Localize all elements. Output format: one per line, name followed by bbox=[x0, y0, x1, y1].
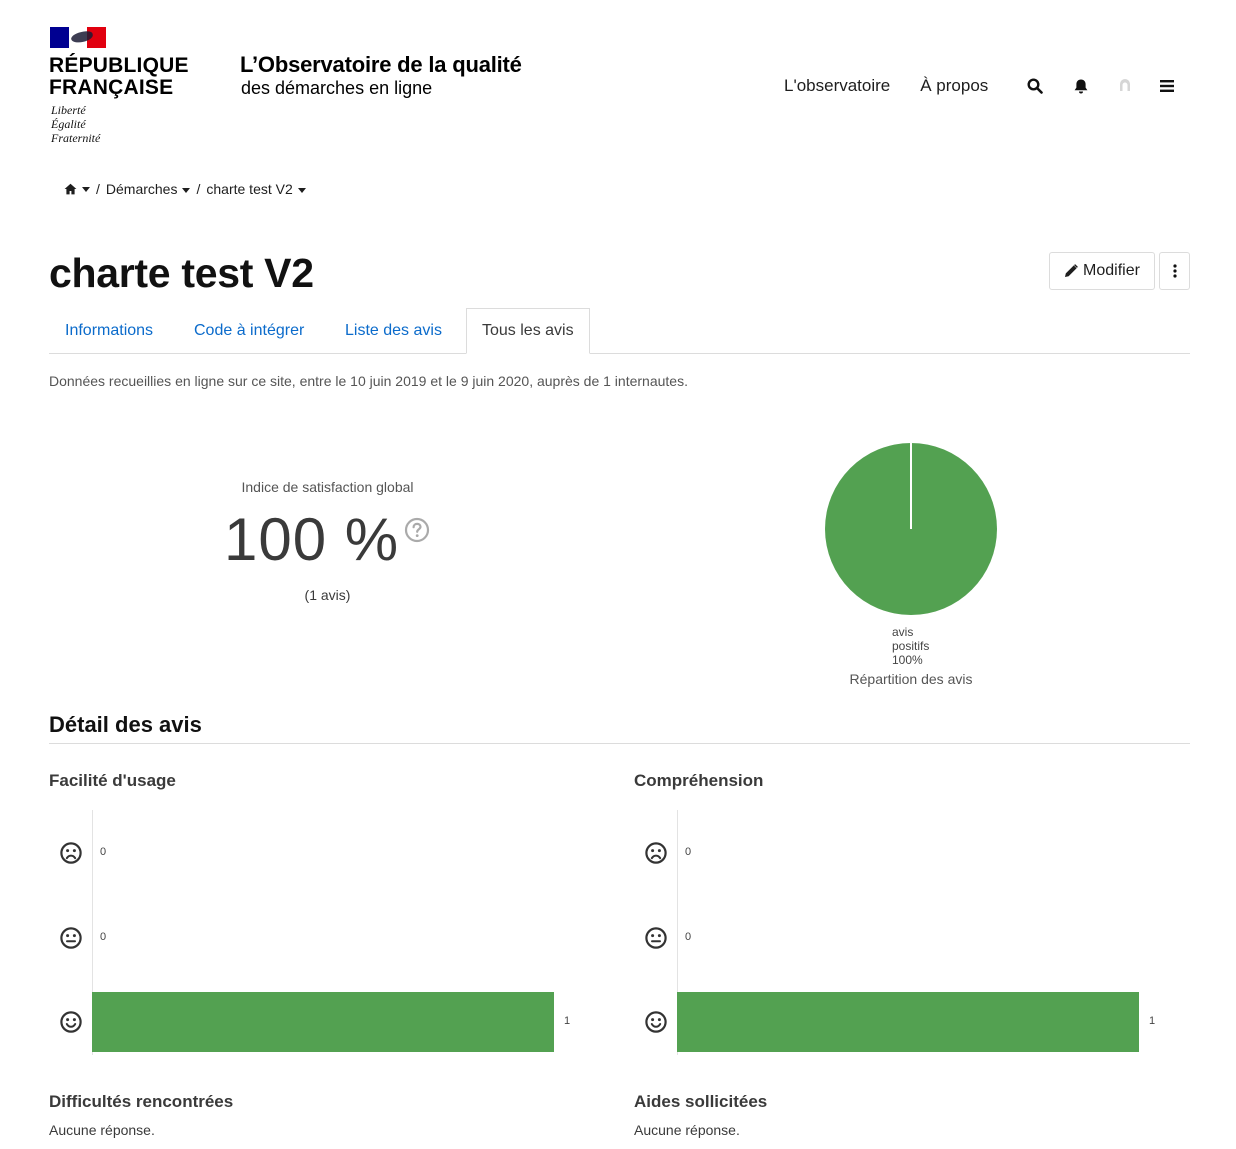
chart-title-facilite: Facilité d'usage bbox=[49, 771, 176, 790]
bar-value-label: 0 bbox=[685, 846, 692, 858]
modify-label: Modifier bbox=[1083, 262, 1140, 279]
pie-label-line-1: avis bbox=[892, 625, 914, 639]
tab-liste-des-avis[interactable]: Liste des avis bbox=[345, 308, 442, 354]
breadcrumb-demarches[interactable]: Démarches bbox=[106, 181, 191, 197]
satisfaction-value: 100 % bbox=[224, 506, 400, 573]
meh-icon bbox=[644, 926, 668, 950]
tab-bar: Informations Code à intégrer Liste des a… bbox=[49, 308, 1190, 354]
breadcrumb-separator: / bbox=[96, 181, 100, 197]
republic-name[interactable]: RÉPUBLIQUE FRANÇAISE bbox=[49, 55, 189, 99]
home-icon[interactable] bbox=[64, 183, 90, 195]
bar-chart-facilite: 0 0 1 bbox=[49, 810, 571, 1065]
aides-title: Aides sollicitées bbox=[634, 1092, 768, 1111]
more-options-button[interactable] bbox=[1159, 252, 1190, 290]
frown-icon bbox=[644, 841, 668, 865]
nav-a-propos[interactable]: À propos bbox=[920, 76, 988, 96]
top-nav: L'observatoire À propos bbox=[784, 74, 1018, 98]
pie-caption: Répartition des avis bbox=[849, 671, 973, 687]
site-tagline[interactable]: des démarches en ligne bbox=[241, 78, 432, 99]
difficultes-text: Aucune réponse. bbox=[49, 1122, 155, 1138]
user-icon[interactable] bbox=[1115, 74, 1135, 98]
satisfaction-label: Indice de satisfaction global bbox=[241, 479, 414, 495]
difficultes-title: Difficultés rencontrées bbox=[49, 1092, 234, 1111]
bar-chart-comprehension: 0 0 1 bbox=[634, 810, 1156, 1065]
breadcrumb-separator: / bbox=[196, 181, 201, 197]
bar-smile bbox=[677, 992, 1139, 1052]
breadcrumb-current[interactable]: charte test V2 bbox=[206, 181, 306, 197]
satisfaction-count: (1 avis) bbox=[304, 587, 351, 603]
motto-fraternite: Fraternité bbox=[51, 131, 101, 145]
motto-egalite: Égalité bbox=[51, 117, 86, 131]
bell-icon[interactable] bbox=[1071, 74, 1091, 98]
search-icon[interactable] bbox=[1025, 74, 1045, 98]
smile-icon bbox=[59, 1010, 83, 1034]
bar-value-label: 0 bbox=[100, 846, 107, 858]
pie-label-line-2: positifs bbox=[892, 639, 930, 653]
republic-line-1: RÉPUBLIQUE bbox=[49, 54, 189, 77]
bar-value-label: 1 bbox=[1149, 1015, 1156, 1027]
smile-icon bbox=[644, 1010, 668, 1034]
menu-icon[interactable] bbox=[1157, 74, 1177, 98]
pie-chart bbox=[825, 443, 997, 615]
bar-value-label: 1 bbox=[564, 1015, 571, 1027]
aides-text: Aucune réponse. bbox=[634, 1122, 740, 1138]
tab-informations[interactable]: Informations bbox=[65, 308, 153, 354]
bar-value-label: 0 bbox=[685, 931, 692, 943]
modify-button[interactable]: Modifier bbox=[1049, 252, 1155, 290]
bar-value-label: 0 bbox=[100, 931, 107, 943]
help-icon[interactable] bbox=[404, 517, 430, 543]
collect-info: Données recueillies en ligne sur ce site… bbox=[49, 373, 688, 389]
chart-title-comprehension: Compréhension bbox=[634, 771, 764, 790]
pie-slice-label: avis positifs 100% bbox=[892, 625, 929, 667]
nav-observatoire[interactable]: L'observatoire bbox=[784, 76, 890, 96]
site-header: RÉPUBLIQUE FRANÇAISE Liberté Égalité Fra… bbox=[0, 0, 1236, 160]
tab-tous-les-avis[interactable]: Tous les avis bbox=[466, 308, 590, 354]
page-title: charte test V2 bbox=[49, 250, 314, 296]
breadcrumb: / Démarches / charte test V2 bbox=[64, 181, 306, 197]
site-title[interactable]: L’Observatoire de la qualité bbox=[240, 52, 522, 78]
meh-icon bbox=[59, 926, 83, 950]
marianne-logo[interactable] bbox=[50, 27, 106, 48]
republic-line-2: FRANÇAISE bbox=[49, 76, 174, 99]
bar-smile bbox=[92, 992, 554, 1052]
frown-icon bbox=[59, 841, 83, 865]
tab-code-a-integrer[interactable]: Code à intégrer bbox=[194, 308, 304, 354]
section-title-detail: Détail des avis bbox=[49, 712, 202, 737]
republic-motto: Liberté Égalité Fraternité bbox=[51, 103, 100, 145]
section-divider bbox=[49, 743, 1190, 744]
vertical-ellipsis-icon bbox=[1172, 264, 1177, 278]
pencil-icon bbox=[1065, 264, 1078, 277]
motto-liberte: Liberté bbox=[51, 103, 86, 117]
pie-label-value: 100% bbox=[892, 653, 923, 667]
